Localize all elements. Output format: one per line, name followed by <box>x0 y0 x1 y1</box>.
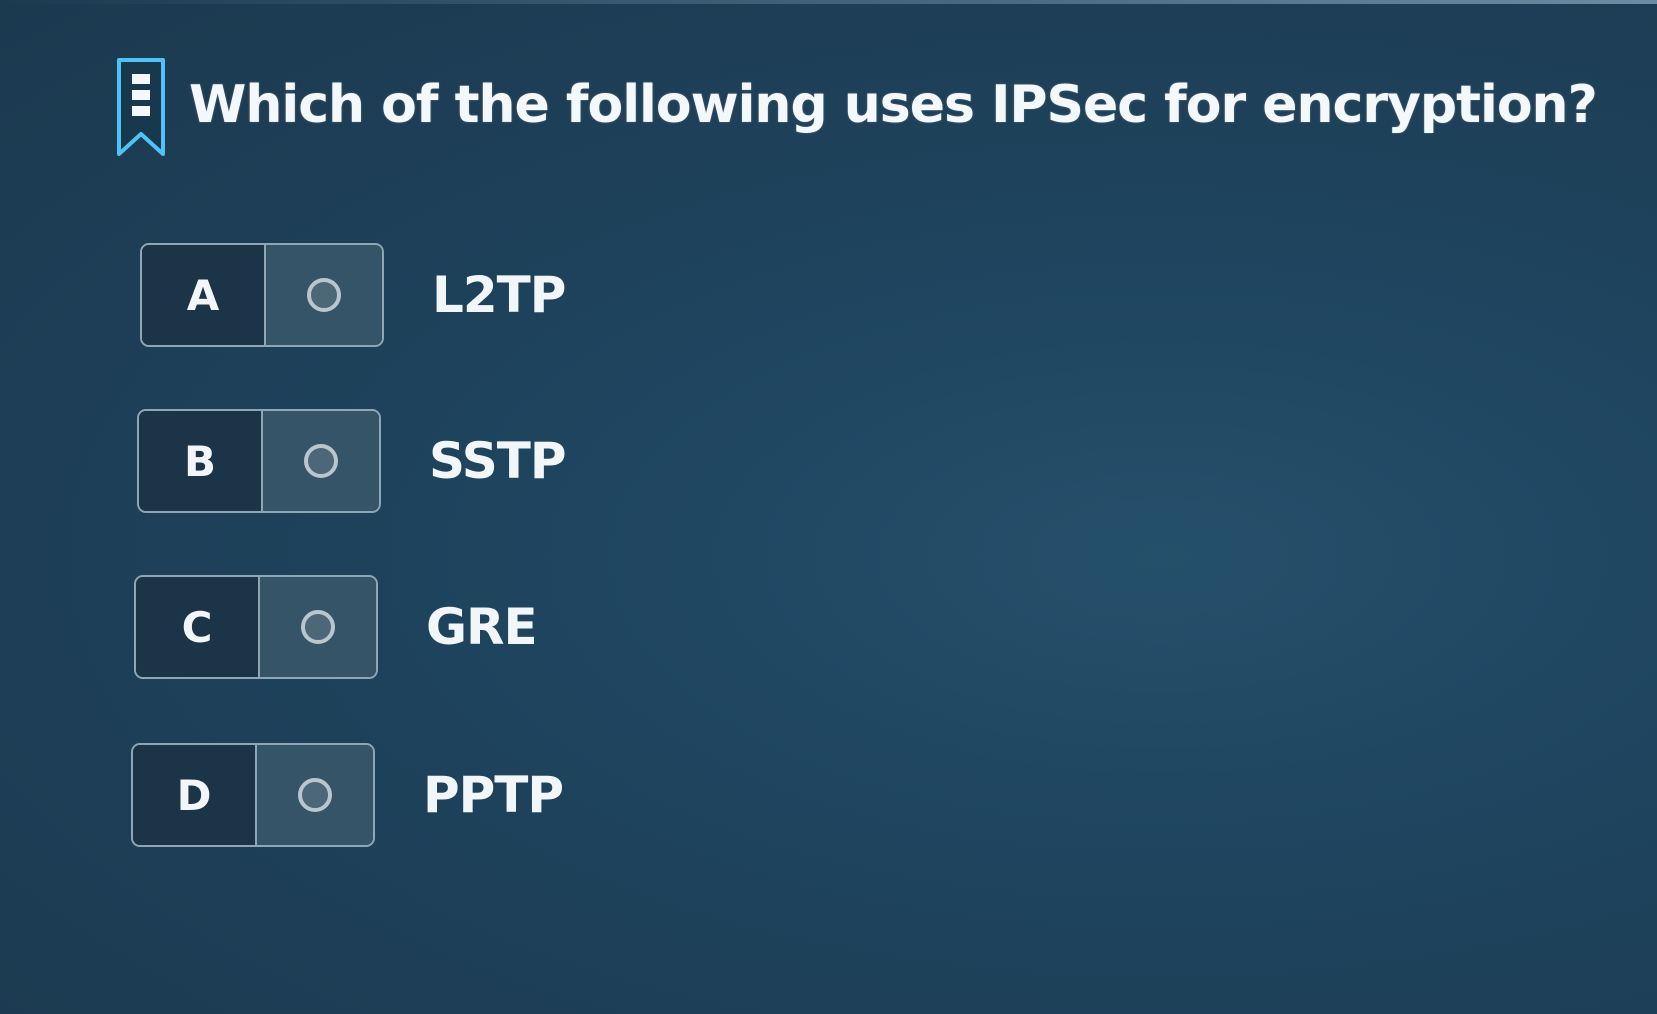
radio-button-c[interactable] <box>301 610 335 644</box>
option-c[interactable]: C GRE <box>134 575 538 679</box>
top-edge <box>0 0 1657 4</box>
radio-cell-a[interactable] <box>266 245 382 345</box>
option-letter-a: A <box>142 245 266 345</box>
bookmark-icon[interactable] <box>115 56 167 160</box>
option-letter-b: B <box>139 411 263 511</box>
option-b[interactable]: B SSTP <box>137 409 567 513</box>
choice-box-c[interactable]: C <box>134 575 378 679</box>
question-text: Which of the following uses IPSec for en… <box>189 75 1598 135</box>
radio-button-d[interactable] <box>298 778 332 812</box>
radio-cell-b[interactable] <box>263 411 379 511</box>
option-letter-c: C <box>136 577 260 677</box>
option-letter-d: D <box>133 745 257 845</box>
choice-box-a[interactable]: A <box>140 243 384 347</box>
option-d[interactable]: D PPTP <box>131 743 564 847</box>
radio-cell-d[interactable] <box>257 745 373 845</box>
choice-box-d[interactable]: D <box>131 743 375 847</box>
option-label-b[interactable]: SSTP <box>429 432 567 490</box>
option-label-d[interactable]: PPTP <box>423 766 564 824</box>
option-a[interactable]: A L2TP <box>140 243 566 347</box>
radio-button-b[interactable] <box>304 444 338 478</box>
radio-cell-c[interactable] <box>260 577 376 677</box>
choice-box-b[interactable]: B <box>137 409 381 513</box>
option-label-c[interactable]: GRE <box>426 598 538 656</box>
radio-button-a[interactable] <box>307 278 341 312</box>
question-header: Which of the following uses IPSec for en… <box>115 56 1598 160</box>
option-label-a[interactable]: L2TP <box>432 266 566 324</box>
